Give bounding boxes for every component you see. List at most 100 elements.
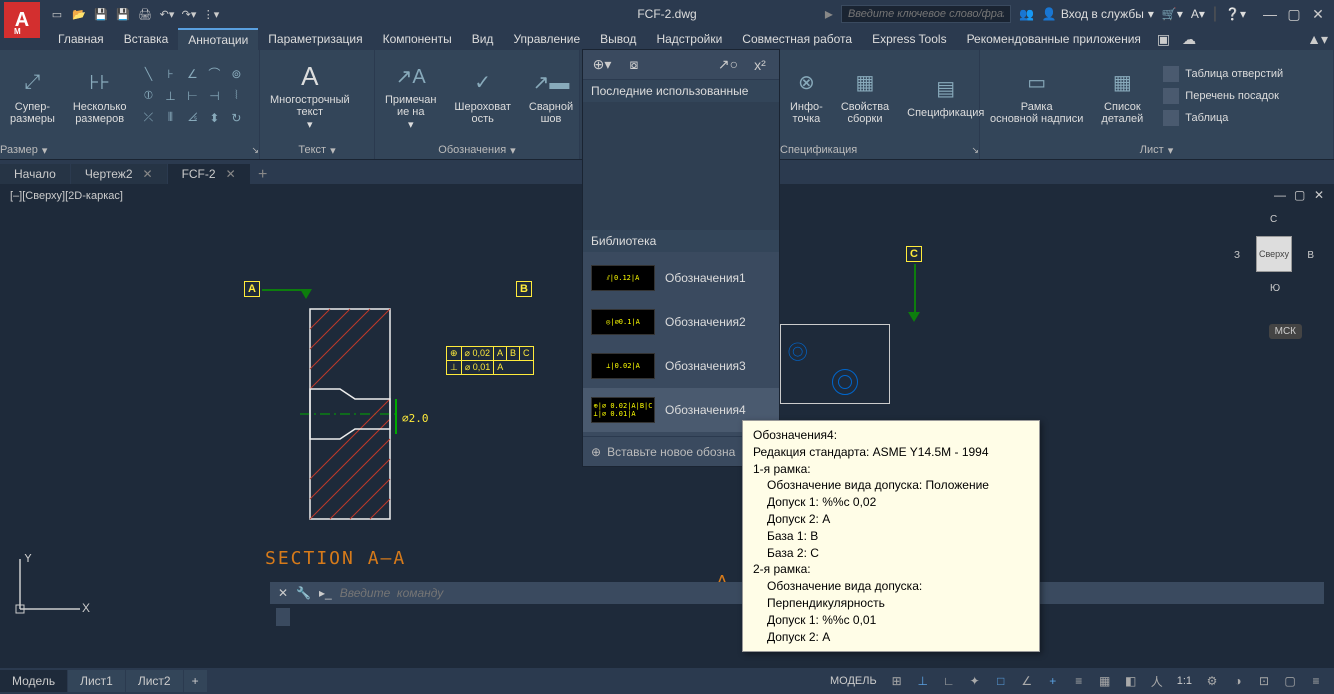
mtext-button[interactable]: A Многострочный текст ▾ [264,58,356,133]
cmd-wrench-icon[interactable]: 🔧 [296,586,311,600]
tab-express[interactable]: Express Tools [862,28,956,50]
redo-icon[interactable]: ↷▾ [180,5,198,23]
tab-featured-icon[interactable]: ▣ [1151,28,1176,50]
tab-manage[interactable]: Управление [503,28,590,50]
tab-output[interactable]: Вывод [590,28,646,50]
minimize-button[interactable]: — [1262,6,1278,22]
note-button[interactable]: ↗A Примечан ие на ▾ [379,58,442,133]
status-transparency-icon[interactable]: ▦ [1093,671,1117,691]
exchange-icon[interactable]: 🛒▾ [1162,7,1183,21]
search-input[interactable] [841,5,1011,23]
share-icon[interactable]: 👥 [1019,7,1034,21]
tab-apps[interactable]: Рекомендованные приложения [957,28,1151,50]
save-icon[interactable]: 💾 [92,5,110,23]
viewport-close-icon[interactable]: ✕ [1314,188,1328,202]
titleblock-button[interactable]: ▭ Рамка основной надписи [984,65,1089,127]
dim-space-icon[interactable]: ⫴ [160,108,180,128]
tab-home[interactable]: Главная [48,28,114,50]
status-annoscale-icon[interactable]: 人 [1145,671,1169,691]
qat-more-icon[interactable]: ⋮▾ [202,5,220,23]
status-scale[interactable]: 1:1 [1171,675,1198,687]
dim-jog-icon[interactable]: ⦚ [226,86,246,106]
login-link[interactable]: 👤 Вход в службы▾ [1042,7,1154,21]
viewcube-face[interactable]: Сверху [1256,236,1292,272]
help-icon[interactable]: ❔▾ [1225,7,1246,21]
status-dyn-icon[interactable]: + [1041,671,1065,691]
gallery-item-2[interactable]: ◎|⌀0.1|A Обозначения2 [583,300,779,344]
viewcube[interactable]: С Ю В З Сверху [1234,214,1314,294]
filetab-add-button[interactable]: + [251,166,275,184]
hscroll-handle[interactable] [276,608,290,626]
weld-button[interactable]: ↗▬ Сварной шов [523,65,579,127]
status-osnap-icon[interactable]: □ [989,671,1013,691]
layout-tab-sheet1[interactable]: Лист1 [68,670,125,692]
status-grid-icon[interactable]: ⊞ [885,671,909,691]
gallery-target-icon[interactable]: ↗○ [717,54,739,76]
viewport-minimize-icon[interactable]: — [1274,188,1288,202]
close-button[interactable]: ✕ [1310,6,1326,22]
multi-dim-button[interactable]: ⊦⊦ Несколько размеров [67,65,133,127]
new-icon[interactable]: ▭ [48,5,66,23]
dim-update-icon[interactable]: ↻ [226,108,246,128]
status-model-label[interactable]: МОДЕЛЬ [824,675,883,687]
dim-break-icon[interactable]: ⤫ [138,108,158,128]
undo-icon[interactable]: ↶▾ [158,5,176,23]
tab-components[interactable]: Компоненты [373,28,462,50]
fit-table-button[interactable]: Перечень посадок [1159,86,1287,106]
tab-annotations[interactable]: Аннотации [178,28,258,50]
layout-tab-model[interactable]: Модель [0,670,67,692]
filetab-start[interactable]: Начало [0,164,70,184]
status-cycle-icon[interactable]: ◧ [1119,671,1143,691]
saveas-icon[interactable]: 💾 [114,5,132,23]
dim-ordinate-icon[interactable]: ⊥ [160,86,180,106]
cmd-close-icon[interactable]: ✕ [278,586,288,600]
status-isolate-icon[interactable]: ◑ [1226,671,1250,691]
dim-baseline-icon[interactable]: ⊢ [182,86,202,106]
roughness-button[interactable]: ✓ Шероховат ость [448,65,516,127]
gallery-item-1[interactable]: ⫽|0.12|A Обозначения1 [583,256,779,300]
dim-edit-icon[interactable]: ⬍ [204,108,224,128]
hole-table-button[interactable]: Таблица отверстий [1159,64,1287,84]
status-snap-icon[interactable]: ⊥ [911,671,935,691]
open-icon[interactable]: 📂 [70,5,88,23]
gallery-datum-icon[interactable]: ⧇ [623,54,645,76]
layout-tab-add[interactable]: + [184,670,207,692]
gallery-fcf-icon[interactable]: ⊕▾ [591,54,613,76]
status-gear-icon[interactable]: ⚙ [1200,671,1224,691]
plot-icon[interactable]: 🖨 [136,5,154,23]
tab-collab[interactable]: Совместная работа [732,28,862,50]
view-label[interactable]: [–][Сверху][2D-каркас] [10,190,123,202]
status-lweight-icon[interactable]: ≡ [1067,671,1091,691]
dim-aligned-icon[interactable]: ⊦ [160,64,180,84]
dim-arc-icon[interactable]: ⌒ [204,64,224,84]
status-ortho-icon[interactable]: ∟ [937,671,961,691]
partslist-button[interactable]: ▦ Список деталей [1095,65,1149,127]
gallery-edge-icon[interactable]: x² [749,54,771,76]
dim-diameter-icon[interactable]: ⦶ [138,86,158,106]
dim-continue-icon[interactable]: ⊣ [204,86,224,106]
tab-addins[interactable]: Надстройки [646,28,732,50]
autodesk-app-icon[interactable]: A▾ [1191,7,1205,21]
close-icon[interactable]: ✕ [226,167,236,181]
ribbon-collapse-icon[interactable]: ▲▾ [1301,28,1334,50]
gallery-item-3[interactable]: ⊥|0.02|A Обозначения3 [583,344,779,388]
tab-cloud-icon[interactable]: ☁ [1176,28,1202,50]
dim-radius-icon[interactable]: ⊚ [226,64,246,84]
tab-parametric[interactable]: Параметризация [258,28,372,50]
layout-tab-sheet2[interactable]: Лист2 [126,670,183,692]
status-polar-icon[interactable]: ✦ [963,671,987,691]
status-hardware-icon[interactable]: ⊡ [1252,671,1276,691]
maximize-button[interactable]: ▢ [1286,6,1302,22]
asm-props-button[interactable]: ▦ Свойства сборки [835,65,895,127]
viewport-maximize-icon[interactable]: ▢ [1294,188,1308,202]
wcs-badge[interactable]: МСК [1269,324,1302,339]
tab-view[interactable]: Вид [462,28,504,50]
table-button[interactable]: Таблица [1159,108,1287,128]
super-dim-button[interactable]: ⤢ Супер- размеры [4,65,61,127]
dim-linear-icon[interactable]: ╲ [138,64,158,84]
filetab-fcf2[interactable]: FCF-2✕ [168,164,250,184]
status-clean-icon[interactable]: ▢ [1278,671,1302,691]
filetab-drawing2[interactable]: Чертеж2✕ [71,164,167,184]
status-customize-icon[interactable]: ≡ [1304,671,1328,691]
tab-insert[interactable]: Вставка [114,28,179,50]
